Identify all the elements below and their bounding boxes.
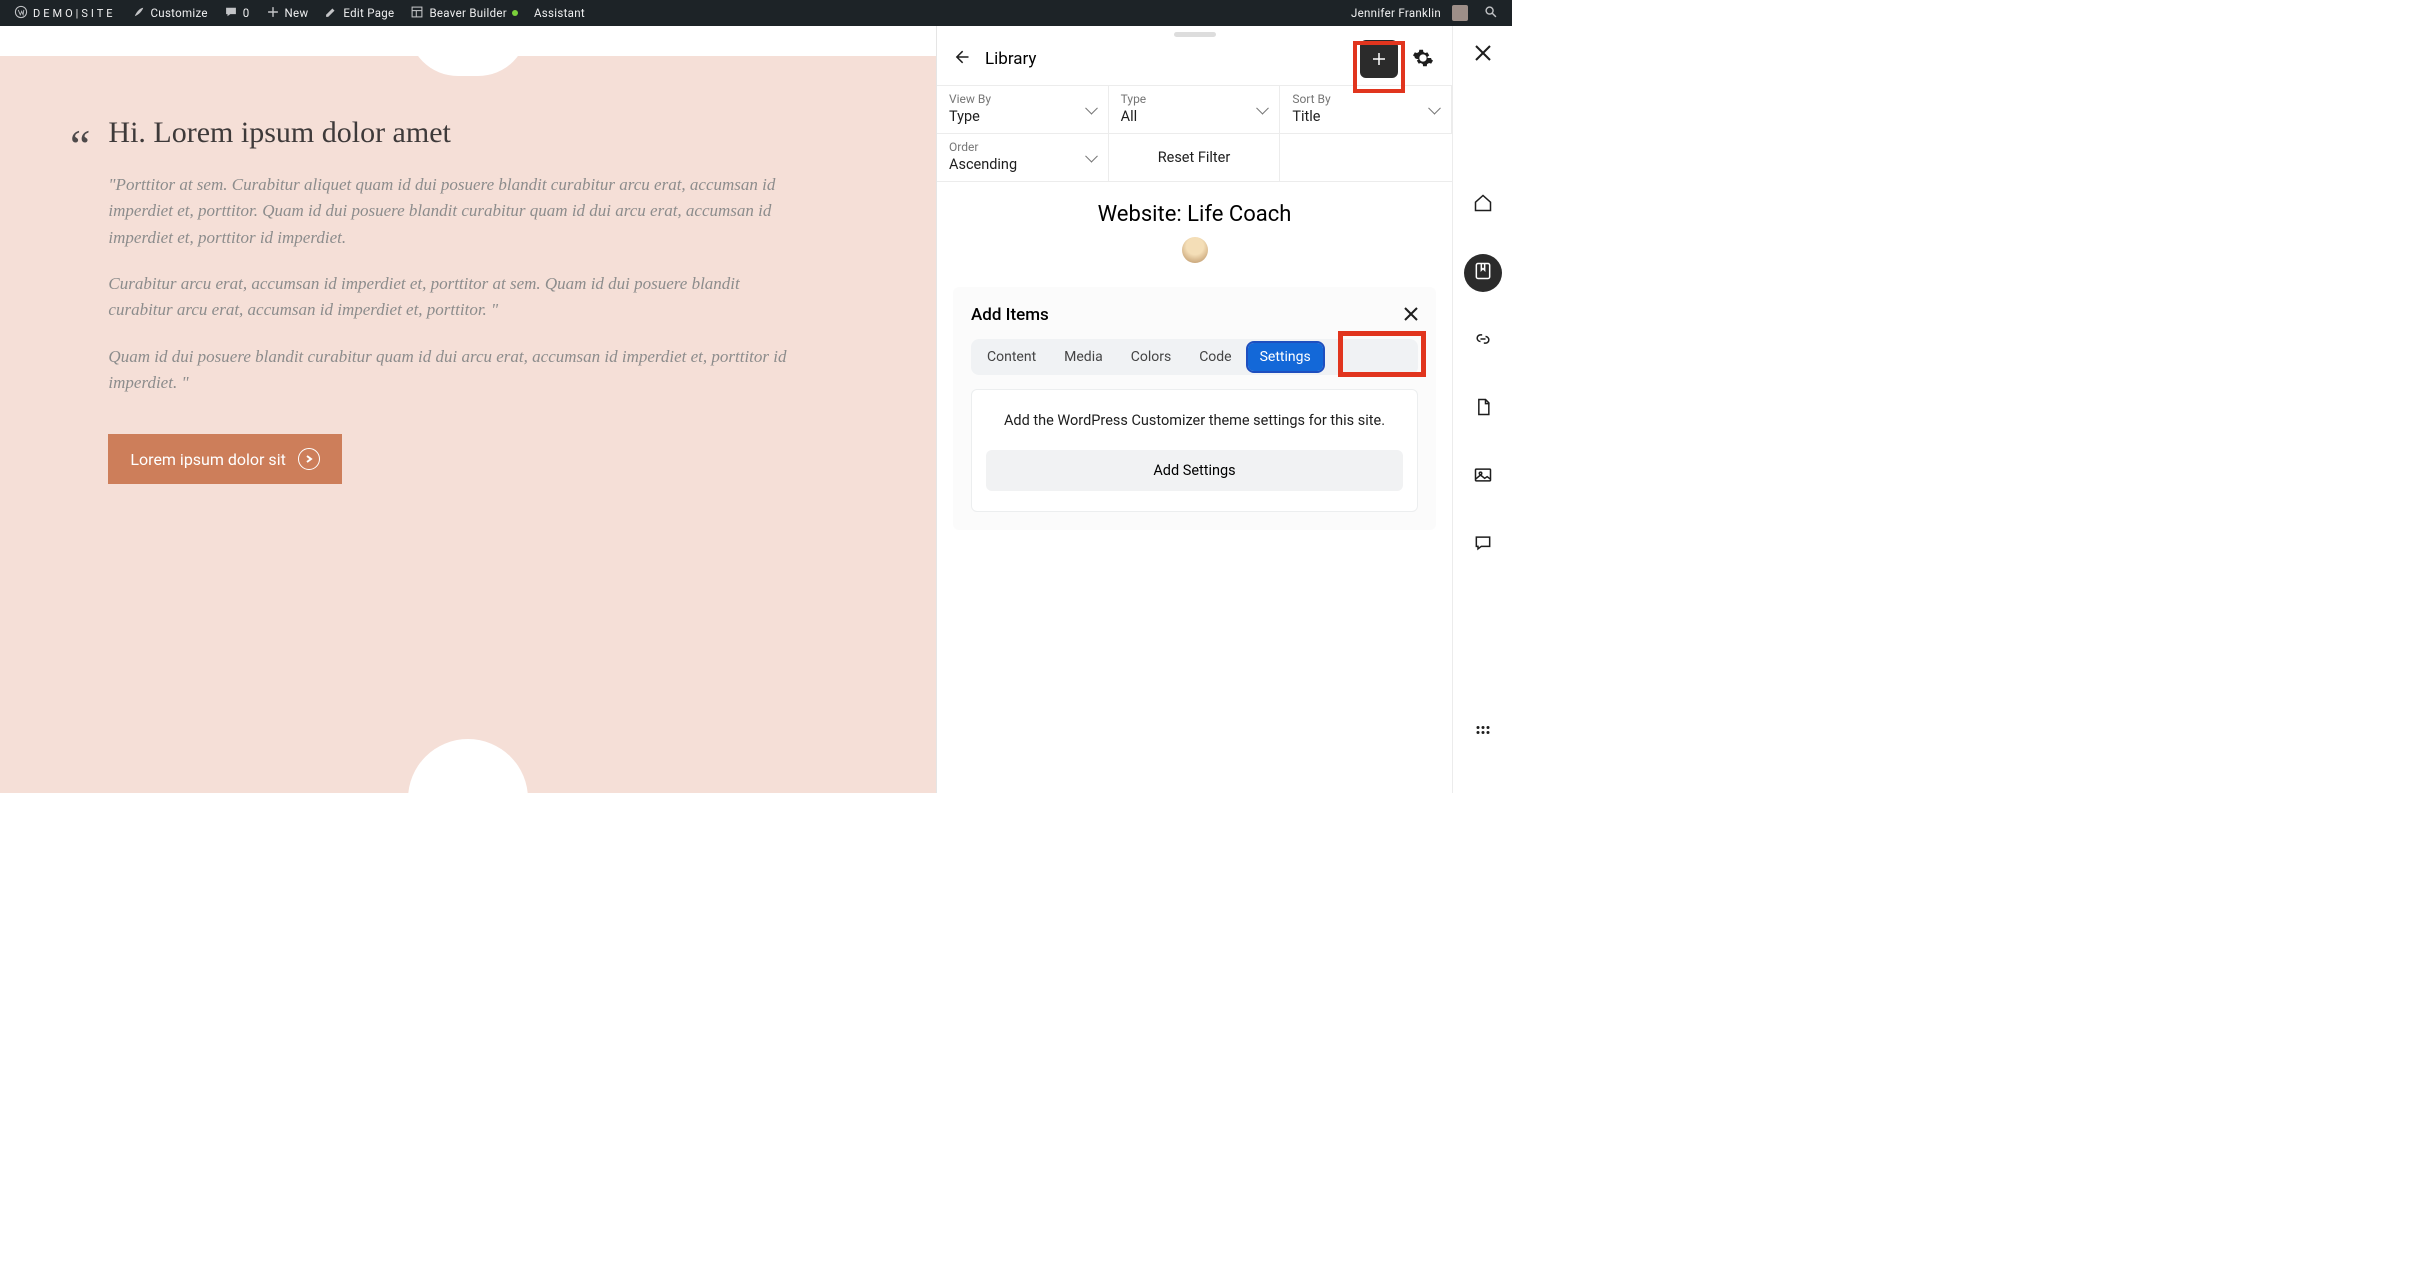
filter-view-by[interactable]: View By Type (937, 86, 1109, 134)
image-icon (1473, 465, 1493, 489)
filter-label: Type (1121, 92, 1268, 106)
site-home-link[interactable]: DEMO|SITE (6, 0, 124, 26)
home-icon (1473, 193, 1493, 217)
rail-apps[interactable] (1464, 713, 1502, 751)
hero-paragraph-1: "Porttitor at sem. Curabitur aliquet qua… (108, 172, 788, 251)
file-icon (1473, 397, 1493, 421)
assistant-link[interactable]: Assistant (526, 0, 593, 26)
add-items-tabs: Content Media Colors Code Settings (971, 339, 1418, 375)
add-button[interactable] (1360, 40, 1398, 78)
rail-home[interactable] (1464, 186, 1502, 224)
rail-libraries[interactable] (1464, 254, 1502, 292)
search-toggle[interactable] (1476, 0, 1506, 26)
filter-order[interactable]: Order Ascending (937, 134, 1109, 182)
brush-icon (132, 5, 146, 22)
bookmark-icon (1473, 261, 1493, 285)
close-icon (1404, 306, 1418, 325)
hero-heading: Hi. Lorem ipsum dolor amet (108, 116, 788, 150)
beaver-builder-label: Beaver Builder (429, 6, 507, 20)
settings-button[interactable] (1412, 47, 1436, 71)
filter-bar: View By Type Type All Sort By Title Orde… (937, 85, 1452, 182)
filter-label: View By (949, 92, 1096, 106)
new-content-link[interactable]: New (258, 0, 317, 26)
add-items-card: Add Items Content Media Colors Code Sett… (953, 287, 1436, 530)
beaver-builder-link[interactable]: Beaver Builder (402, 0, 526, 26)
filter-value: Title (1292, 108, 1439, 125)
filter-sort-by[interactable]: Sort By Title (1280, 86, 1452, 134)
assistant-label: Assistant (534, 6, 585, 20)
link-icon (1473, 329, 1493, 353)
apps-icon (1473, 720, 1493, 744)
arrow-right-icon (298, 448, 320, 470)
tab-media[interactable]: Media (1052, 343, 1115, 371)
rail-media[interactable] (1464, 458, 1502, 496)
edit-page-label: Edit Page (343, 6, 394, 20)
hero-paragraph-3: Quam id dui posuere blandit curabitur qu… (108, 344, 788, 397)
filter-label: Order (949, 140, 1096, 154)
rail-content[interactable] (1464, 390, 1502, 428)
close-panel-button[interactable] (1474, 44, 1492, 66)
status-dot-icon (512, 10, 518, 16)
plus-icon (266, 5, 280, 22)
edit-page-link[interactable]: Edit Page (316, 0, 402, 26)
wp-admin-bar: DEMO|SITE Customize 0 New Edit Page Beav… (0, 0, 1512, 26)
filter-value: All (1121, 108, 1268, 125)
chat-icon (1473, 533, 1493, 557)
hero-paragraph-2: Curabitur arcu erat, accumsan id imperdi… (108, 271, 788, 324)
comments-link[interactable]: 0 (216, 0, 258, 26)
user-name: Jennifer Franklin (1351, 6, 1441, 20)
search-icon (1484, 5, 1498, 22)
page-canvas: “ Hi. Lorem ipsum dolor amet "Porttitor … (0, 26, 936, 793)
library-body: Website: Life Coach Add Items Content Me… (937, 182, 1452, 793)
hero-section: “ Hi. Lorem ipsum dolor amet "Porttitor … (0, 56, 936, 793)
settings-tab-pane: Add the WordPress Customizer theme setti… (971, 389, 1418, 512)
filter-value: Type (949, 108, 1096, 125)
site-name: DEMO|SITE (33, 7, 116, 20)
filter-value: Ascending (949, 156, 1096, 173)
reset-filter-label: Reset Filter (1158, 149, 1231, 166)
panel-header: Library (937, 37, 1452, 85)
close-icon (1474, 47, 1492, 66)
tab-code[interactable]: Code (1187, 343, 1243, 371)
decorative-curve (408, 739, 528, 799)
filter-type[interactable]: Type All (1109, 86, 1281, 134)
back-button[interactable] (951, 47, 971, 71)
library-site-title: Website: Life Coach (953, 202, 1436, 227)
panel-title: Library (971, 49, 1036, 69)
filter-empty-cell (1280, 134, 1452, 182)
hero-cta-button[interactable]: Lorem ipsum dolor sit (108, 434, 341, 484)
comments-count: 0 (243, 6, 250, 20)
tab-settings[interactable]: Settings (1248, 343, 1323, 371)
rail-community[interactable] (1464, 322, 1502, 360)
hero-cta-label: Lorem ipsum dolor sit (130, 450, 285, 469)
reset-filter-button[interactable]: Reset Filter (1109, 134, 1281, 182)
avatar-icon (1452, 5, 1468, 21)
filter-label: Sort By (1292, 92, 1439, 106)
site-avatar-icon (1182, 237, 1208, 263)
layout-icon (410, 5, 424, 22)
gear-icon (1412, 54, 1434, 73)
comment-icon (224, 5, 238, 22)
new-label: New (285, 6, 309, 20)
add-settings-button[interactable]: Add Settings (986, 450, 1403, 491)
user-account-link[interactable]: Jennifer Franklin (1343, 0, 1476, 26)
add-items-title: Add Items (971, 305, 1049, 325)
customize-link[interactable]: Customize (124, 0, 216, 26)
assistant-main: Library View By Type Type All Sort B (936, 26, 1452, 793)
assistant-panel: Library View By Type Type All Sort B (936, 26, 1512, 793)
tab-content[interactable]: Content (975, 343, 1048, 371)
rail-comments[interactable] (1464, 526, 1502, 564)
settings-help-text: Add the WordPress Customizer theme setti… (986, 410, 1403, 432)
tab-colors[interactable]: Colors (1119, 343, 1183, 371)
close-add-items-button[interactable] (1404, 306, 1418, 325)
pencil-icon (324, 5, 338, 22)
assistant-rail (1452, 26, 1512, 793)
wp-logo-icon (14, 5, 28, 22)
quote-icon: “ (70, 116, 90, 162)
customize-label: Customize (151, 6, 208, 20)
